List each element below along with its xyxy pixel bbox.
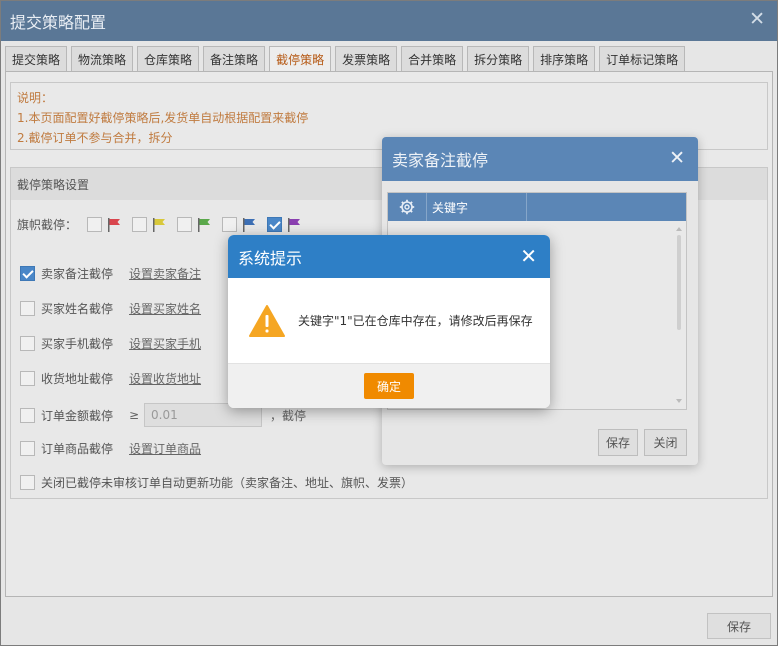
seller-note-dialog-close-icon[interactable]: ✕ bbox=[669, 147, 685, 169]
tab-sort[interactable]: 排序策略 bbox=[533, 46, 596, 71]
system-prompt-message: 关键字"1"已在仓库中存在，请修改后再保存 bbox=[298, 314, 533, 328]
set-buyer-phone-link[interactable]: 设置买家手机 bbox=[129, 335, 201, 352]
buyer-name-label: 买家姓名截停 bbox=[41, 302, 114, 316]
flag-yellow-checkbox[interactable] bbox=[132, 217, 148, 232]
notice-line-1: 1.本页面配置好截停策略后,发货单自动根据配置来截停 bbox=[17, 111, 309, 125]
rule-buyer-name: 买家姓名截停 设置买家姓名 bbox=[20, 300, 201, 317]
buyer-phone-checkbox[interactable] bbox=[20, 336, 35, 351]
window-title: 提交策略配置 bbox=[10, 13, 107, 32]
seller-note-dialog-title-bar: 卖家备注截停 ✕ bbox=[382, 137, 698, 181]
system-prompt-title: 系统提示 bbox=[238, 248, 303, 268]
rule-seller-note: 卖家备注截停 设置卖家备注 bbox=[20, 265, 201, 282]
flags-label: 旗帜截停： bbox=[17, 218, 78, 232]
tab-remark[interactable]: 备注策略 bbox=[203, 46, 266, 71]
system-prompt-footer: 确定 bbox=[228, 363, 550, 408]
flag-option-red[interactable] bbox=[87, 217, 122, 233]
strategy-tabs: 提交策略 物流策略 仓库策略 备注策略 截停策略 发票策略 合并策略 拆分策略 … bbox=[5, 46, 689, 71]
column-header-keyword: 关键字 bbox=[427, 193, 527, 221]
rule-close-auto-update: 关闭已截停未审核订单自动更新功能（卖家备注、地址、旗帜、发票） bbox=[20, 474, 413, 491]
amount-label: 订单金额截停 bbox=[41, 408, 114, 423]
close-auto-update-label: 关闭已截停未审核订单自动更新功能（卖家备注、地址、旗帜、发票） bbox=[41, 476, 414, 490]
tab-invoice[interactable]: 发票策略 bbox=[335, 46, 398, 71]
red-flag-icon bbox=[108, 217, 121, 232]
flags-row: 旗帜截停： bbox=[17, 216, 302, 233]
rule-buyer-phone: 买家手机截停 设置买家手机 bbox=[20, 335, 201, 352]
system-prompt-title-bar: 系统提示 ✕ bbox=[228, 235, 550, 278]
seller-note-dialog-title: 卖家备注截停 bbox=[392, 151, 489, 170]
seller-note-save-button[interactable]: 保存 bbox=[598, 429, 638, 456]
amount-checkbox[interactable] bbox=[20, 407, 35, 423]
purple-flag-icon bbox=[288, 217, 301, 232]
buyer-phone-label: 买家手机截停 bbox=[41, 337, 114, 351]
flag-blue-checkbox[interactable] bbox=[222, 217, 238, 232]
window-title-bar: 提交策略配置 bbox=[1, 1, 777, 41]
confirm-button[interactable]: 确定 bbox=[364, 373, 414, 399]
rule-product: 订单商品截停 设置订单商品 bbox=[20, 440, 201, 457]
seller-note-checkbox[interactable] bbox=[20, 266, 35, 281]
keyword-table-header: 关键字 bbox=[388, 193, 686, 221]
flag-green-checkbox[interactable] bbox=[177, 217, 193, 232]
tab-intercept[interactable]: 截停策略 bbox=[269, 46, 332, 71]
tab-split[interactable]: 拆分策略 bbox=[467, 46, 530, 71]
flag-option-yellow[interactable] bbox=[132, 217, 167, 233]
tab-submit[interactable]: 提交策略 bbox=[5, 46, 68, 71]
ge-symbol: ≥ bbox=[129, 408, 140, 422]
system-prompt-close-icon[interactable]: ✕ bbox=[520, 244, 537, 268]
flag-red-checkbox[interactable] bbox=[87, 217, 103, 232]
system-prompt-body: 关键字"1"已在仓库中存在，请修改后再保存 bbox=[228, 278, 550, 363]
tab-logistics[interactable]: 物流策略 bbox=[71, 46, 134, 71]
address-label: 收货地址截停 bbox=[41, 372, 114, 386]
tab-warehouse[interactable]: 仓库策略 bbox=[137, 46, 200, 71]
column-settings-gear-icon[interactable] bbox=[388, 193, 427, 221]
close-auto-update-checkbox[interactable] bbox=[20, 475, 35, 490]
green-flag-icon bbox=[198, 217, 211, 232]
flag-option-purple[interactable] bbox=[267, 217, 302, 233]
set-product-link[interactable]: 设置订单商品 bbox=[129, 440, 201, 457]
window-close-icon[interactable]: ✕ bbox=[749, 8, 765, 30]
yellow-flag-icon bbox=[153, 217, 166, 232]
blue-flag-icon bbox=[243, 217, 256, 232]
set-address-link[interactable]: 设置收货地址 bbox=[129, 370, 201, 387]
rule-address: 收货地址截停 设置收货地址 bbox=[20, 370, 201, 387]
address-checkbox[interactable] bbox=[20, 371, 35, 386]
system-prompt-dialog: 系统提示 ✕ 关键字"1"已在仓库中存在，请修改后再保存 确定 bbox=[228, 235, 550, 408]
flag-purple-checkbox[interactable] bbox=[267, 217, 283, 232]
seller-note-close-button[interactable]: 关闭 bbox=[644, 429, 687, 456]
product-label: 订单商品截停 bbox=[41, 442, 114, 456]
notice-heading: 说明： bbox=[17, 91, 54, 105]
set-buyer-name-link[interactable]: 设置买家姓名 bbox=[129, 300, 201, 317]
tab-merge[interactable]: 合并策略 bbox=[401, 46, 464, 71]
tab-order-mark[interactable]: 订单标记策略 bbox=[599, 46, 686, 71]
seller-note-label: 卖家备注截停 bbox=[41, 267, 114, 281]
product-checkbox[interactable] bbox=[20, 441, 35, 456]
flag-option-blue[interactable] bbox=[222, 217, 257, 233]
warning-icon bbox=[249, 304, 285, 337]
save-button[interactable]: 保存 bbox=[707, 613, 771, 639]
set-seller-note-link[interactable]: 设置卖家备注 bbox=[129, 265, 201, 282]
table-scrollbar[interactable] bbox=[675, 225, 683, 405]
buyer-name-checkbox[interactable] bbox=[20, 301, 35, 316]
amount-suffix: ，截停 bbox=[270, 408, 307, 423]
flag-option-green[interactable] bbox=[177, 217, 212, 233]
